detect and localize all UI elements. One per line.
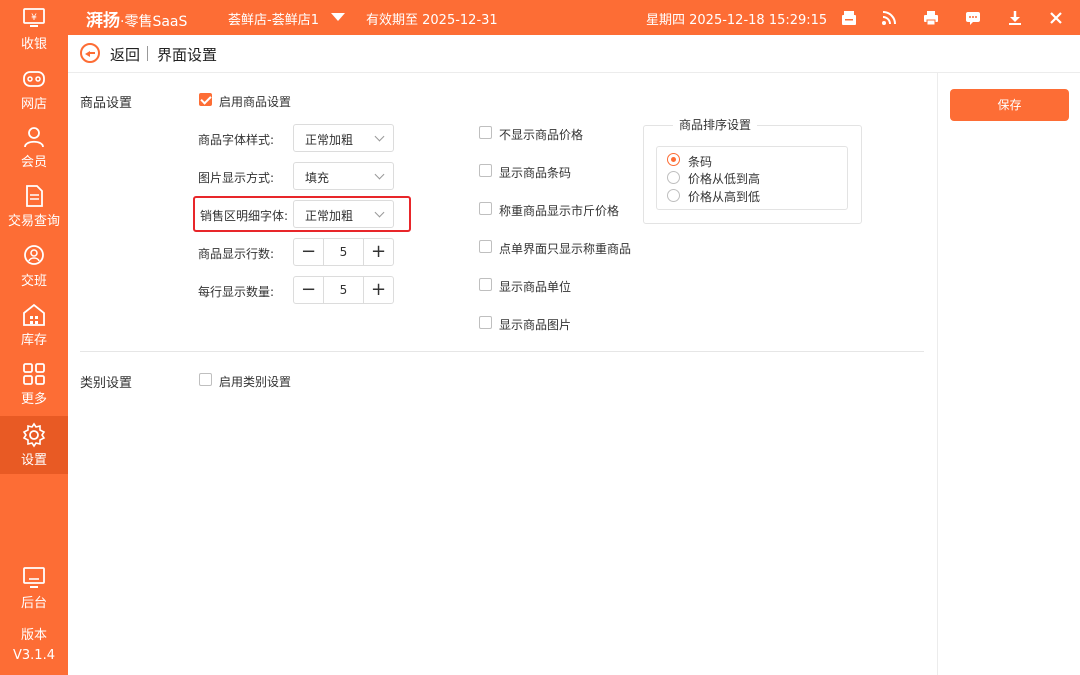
image-mode-value: 填充 xyxy=(305,171,330,185)
rss-icon[interactable] xyxy=(880,9,898,27)
sidebar-item-cashier[interactable]: ¥ 收银 xyxy=(0,6,68,64)
sidebar-item-label: 后台 xyxy=(20,596,47,611)
transaction-query-icon xyxy=(26,185,43,207)
hide-price-label[interactable]: 不显示商品价格 xyxy=(499,126,583,143)
brand-logo: 湃扬·零售SaaS xyxy=(86,6,187,31)
show-barcode-label[interactable]: 显示商品条码 xyxy=(499,164,571,181)
sidebar-item-label: 收银 xyxy=(20,37,47,52)
sidebar-item-shift-handover[interactable]: 交班 xyxy=(0,243,68,301)
sidebar-item-label: 交班 xyxy=(20,274,47,289)
chevron-down-icon xyxy=(374,169,385,180)
font-style-select[interactable]: 正常加粗 xyxy=(293,124,394,152)
top-bar: 湃扬·零售SaaS 荟鲜店-荟鲜店1 有效期至 2025-12-31 星期四 2… xyxy=(0,0,1080,35)
store-selector[interactable]: 荟鲜店-荟鲜店1 xyxy=(228,9,319,28)
version-label: 版本 xyxy=(20,628,47,643)
printer-icon[interactable] xyxy=(922,9,940,27)
settings-gear-icon xyxy=(22,422,46,448)
sort-price-desc-label[interactable]: 价格从高到低 xyxy=(688,188,760,205)
back-button[interactable]: 返回 xyxy=(110,44,140,65)
sidebar: ¥ 收银 网店 会员 交易查询 交班 库存 更多 设置 后台 版本 V3.1.4 xyxy=(0,0,68,675)
online-store-icon xyxy=(23,71,45,87)
rows-minus-button[interactable]: − xyxy=(294,239,324,265)
show-jin-price-label[interactable]: 称重商品显示市斤价格 xyxy=(499,202,619,219)
enable-goods-label[interactable]: 启用商品设置 xyxy=(219,93,291,110)
font-style-label: 商品字体样式: xyxy=(197,133,274,147)
content-divider xyxy=(937,73,938,675)
header-divider xyxy=(147,46,148,61)
sidebar-item-inventory[interactable]: 库存 xyxy=(0,302,68,360)
sort-barcode-radio[interactable] xyxy=(667,153,680,166)
sidebar-item-label: 库存 xyxy=(20,333,47,348)
goods-section-title: 商品设置 xyxy=(80,96,133,111)
rows-plus-button[interactable]: + xyxy=(363,239,393,265)
sidebar-item-label: 设置 xyxy=(20,453,47,468)
per-row-stepper: − 5 + xyxy=(293,276,394,304)
sidebar-item-member[interactable]: 会员 xyxy=(0,124,68,182)
sidebar-item-backend[interactable]: 后台 xyxy=(0,565,68,623)
per-row-plus-button[interactable]: + xyxy=(363,277,393,303)
show-unit-checkbox[interactable] xyxy=(479,278,492,291)
show-unit-label[interactable]: 显示商品单位 xyxy=(499,278,571,295)
brand-name: 湃扬 xyxy=(86,11,120,31)
enable-goods-checkbox[interactable] xyxy=(199,93,212,106)
sidebar-item-more[interactable]: 更多 xyxy=(0,361,68,419)
version-info: 版本 V3.1.4 xyxy=(0,626,68,666)
show-barcode-checkbox[interactable] xyxy=(479,164,492,177)
sidebar-item-online-store[interactable]: 网店 xyxy=(0,66,68,124)
sort-price-desc-radio[interactable] xyxy=(667,189,680,202)
expiry-date: 有效期至 2025-12-31 xyxy=(366,13,498,28)
image-mode-select[interactable]: 填充 xyxy=(293,162,394,190)
backend-monitor-icon xyxy=(23,567,45,588)
download-icon[interactable] xyxy=(1006,9,1024,27)
category-section-title: 类别设置 xyxy=(80,376,133,391)
show-image-checkbox[interactable] xyxy=(479,316,492,329)
rows-label: 商品显示行数: xyxy=(197,247,274,261)
show-jin-price-checkbox[interactable] xyxy=(479,202,492,215)
rows-value[interactable]: 5 xyxy=(324,239,363,265)
cash-drawer-icon[interactable] xyxy=(840,9,858,27)
version-number: V3.1.4 xyxy=(13,648,55,663)
annotation-highlight-box xyxy=(193,196,411,232)
cashier-icon: ¥ xyxy=(23,8,45,27)
caret-down-icon[interactable] xyxy=(331,13,345,21)
page-title: 界面设置 xyxy=(157,46,218,64)
only-weighed-checkbox[interactable] xyxy=(479,240,492,253)
section-divider xyxy=(80,351,924,352)
per-row-value[interactable]: 5 xyxy=(324,277,363,303)
only-weighed-label[interactable]: 点单界面只显示称重商品 xyxy=(499,240,631,257)
close-icon[interactable] xyxy=(1047,9,1065,27)
current-datetime: 星期四 2025-12-18 15:29:15 xyxy=(646,13,828,28)
hide-price-checkbox[interactable] xyxy=(479,126,492,139)
sort-settings-title: 商品排序设置 xyxy=(673,116,758,133)
svg-text:¥: ¥ xyxy=(31,13,37,23)
back-arrow-icon[interactable] xyxy=(80,43,100,63)
enable-category-label[interactable]: 启用类别设置 xyxy=(219,373,291,390)
sort-price-asc-radio[interactable] xyxy=(667,171,680,184)
sidebar-item-label: 会员 xyxy=(20,155,47,170)
sidebar-item-label: 交易查询 xyxy=(7,214,60,229)
message-icon[interactable] xyxy=(964,9,982,27)
save-button[interactable]: 保存 xyxy=(950,89,1069,121)
inventory-icon xyxy=(23,303,45,326)
page-header: 返回 界面设置 xyxy=(68,35,1080,73)
per-row-minus-button[interactable]: − xyxy=(294,277,324,303)
sidebar-item-settings[interactable]: 设置 xyxy=(0,416,68,474)
font-style-value: 正常加粗 xyxy=(305,133,354,147)
sort-price-asc-label[interactable]: 价格从低到高 xyxy=(688,170,760,187)
brand-subtitle: ·零售SaaS xyxy=(120,14,188,30)
shift-handover-icon xyxy=(24,245,44,265)
sidebar-item-label: 网店 xyxy=(20,97,47,112)
enable-category-checkbox[interactable] xyxy=(199,373,212,386)
per-row-label: 每行显示数量: xyxy=(197,285,274,299)
rows-stepper: − 5 + xyxy=(293,238,394,266)
more-grid-icon xyxy=(23,363,45,385)
chevron-down-icon xyxy=(374,131,385,142)
sidebar-item-label: 更多 xyxy=(20,392,47,407)
show-image-label[interactable]: 显示商品图片 xyxy=(499,316,571,333)
image-mode-label: 图片显示方式: xyxy=(197,171,274,185)
sidebar-item-transaction-query[interactable]: 交易查询 xyxy=(0,183,68,241)
member-icon xyxy=(24,127,44,148)
sort-barcode-label[interactable]: 条码 xyxy=(688,153,712,170)
